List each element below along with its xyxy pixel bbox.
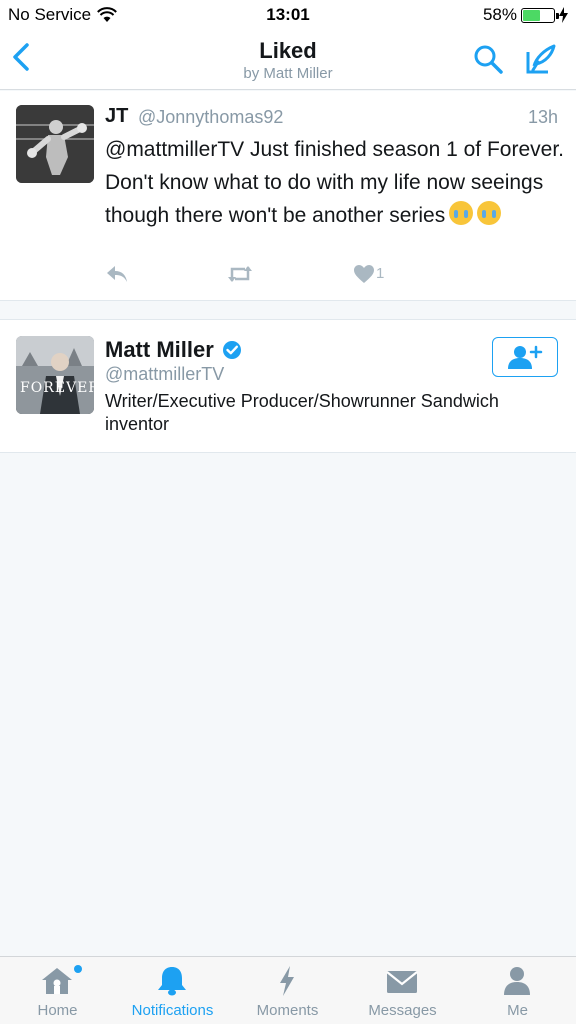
tweet-text-block: @mattmillerTV Just finished season 1 of … xyxy=(105,133,565,232)
user-name[interactable]: Matt Miller xyxy=(105,337,214,363)
charging-bolt-icon xyxy=(559,7,568,23)
status-right: 58% xyxy=(483,5,568,25)
follow-button[interactable] xyxy=(492,337,558,377)
user-handle[interactable]: @mattmillerTV xyxy=(105,364,224,385)
tab-home[interactable]: Home xyxy=(0,957,115,1024)
crying-emoji-icon xyxy=(449,201,474,225)
battery-fill xyxy=(523,9,541,21)
tab-messages[interactable]: Messages xyxy=(345,957,460,1024)
home-icon xyxy=(42,968,72,994)
tweet-author-avatar[interactable] xyxy=(16,105,94,183)
avatar-logo-text: FOREVER xyxy=(20,380,94,396)
reply-icon[interactable] xyxy=(105,263,129,285)
tab-bar: Home Notifications Moments Messages Me xyxy=(0,956,576,1024)
user-avatar[interactable]: FOREVER xyxy=(16,336,94,414)
new-content-dot xyxy=(74,965,82,973)
battery-icon xyxy=(521,7,559,23)
envelope-icon xyxy=(386,971,418,993)
tab-label: Notifications xyxy=(131,1002,214,1019)
compose-tweet-icon[interactable] xyxy=(524,42,558,76)
user-card[interactable]: FOREVER Matt Miller @mattmillerTV Writer… xyxy=(0,319,576,453)
tweet-timestamp: 13h xyxy=(527,107,558,127)
search-icon[interactable] xyxy=(472,43,504,75)
tab-label: Messages xyxy=(368,1002,437,1019)
battery-percent: 58% xyxy=(482,5,517,24)
status-bar: No Service 13:01 58% xyxy=(0,0,576,30)
lightning-icon xyxy=(280,966,294,996)
tab-label: Me xyxy=(507,1002,528,1019)
tweet-card[interactable]: JT @Jonnythomas92 13h @mattmillerTV Just… xyxy=(0,91,576,301)
tab-label: Home xyxy=(37,1002,78,1019)
verified-badge-icon xyxy=(223,341,241,359)
tweet-author-handle[interactable]: @Jonnythomas92 xyxy=(138,107,283,128)
tab-notifications[interactable]: Notifications xyxy=(115,957,230,1024)
crying-emoji-icon xyxy=(477,201,502,225)
bell-icon xyxy=(158,967,186,996)
tweet-actions: 1 xyxy=(105,263,405,287)
add-user-icon xyxy=(508,345,543,369)
battery-tip xyxy=(556,12,559,19)
user-bio: Writer/Executive Producer/Showrunner San… xyxy=(105,391,499,434)
forever-poster-icon xyxy=(16,336,94,414)
tab-moments[interactable]: Moments xyxy=(230,957,345,1024)
heart-icon[interactable] xyxy=(353,263,375,285)
tab-me[interactable]: Me xyxy=(460,957,575,1024)
like-count: 1 xyxy=(376,265,385,282)
tweet-author-name[interactable]: JT xyxy=(105,105,128,128)
boxer-photo-icon xyxy=(16,105,94,183)
person-icon xyxy=(504,967,530,995)
tab-label: Moments xyxy=(256,1002,319,1019)
retweet-icon[interactable] xyxy=(227,263,253,285)
nav-header: Liked by Matt Miller xyxy=(0,30,576,90)
